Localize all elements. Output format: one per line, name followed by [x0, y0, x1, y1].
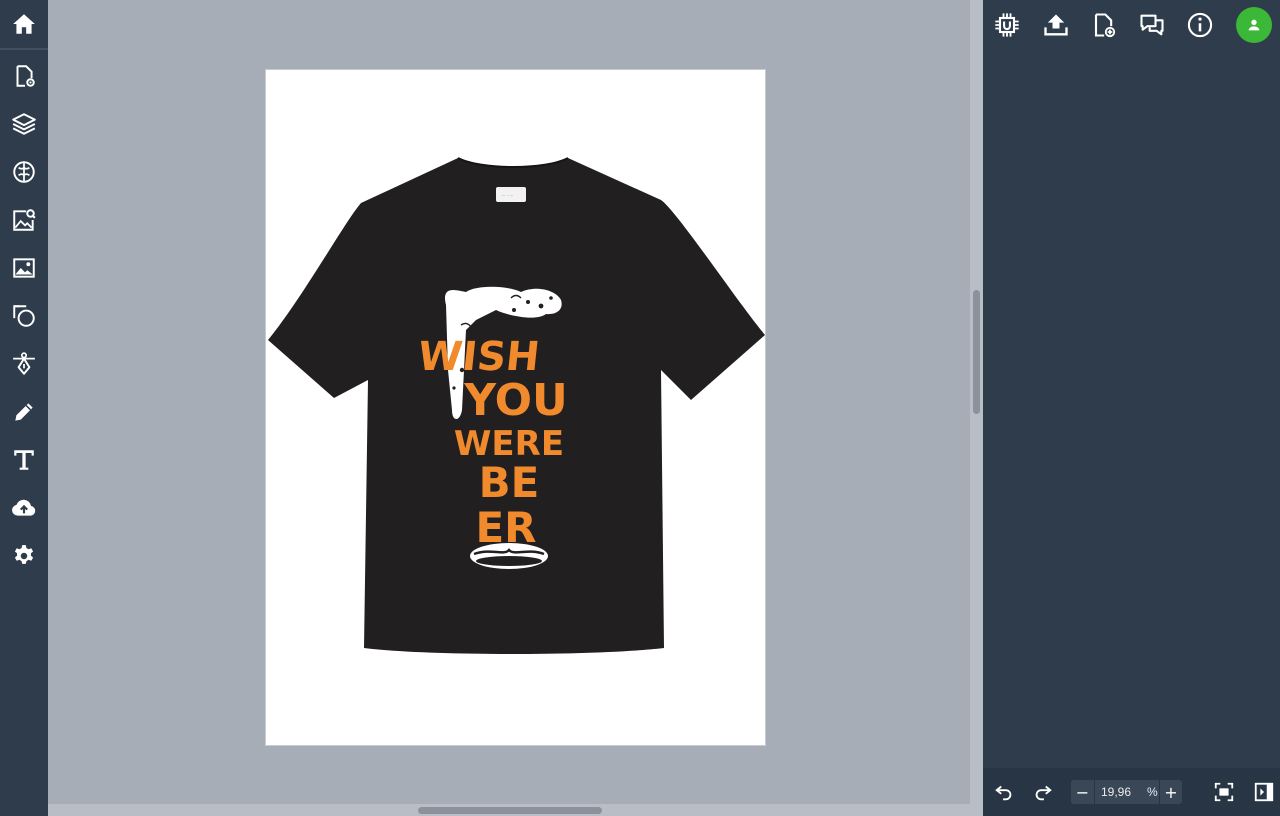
zoom-unit: %: [1147, 785, 1158, 799]
svg-text:··· ·· ···: ··· ·· ···: [502, 194, 513, 198]
chip-button[interactable]: [988, 6, 1026, 44]
vertical-scrollbar[interactable]: [970, 0, 983, 816]
page-settings-icon: [16, 65, 35, 87]
undo-icon: [995, 785, 1012, 801]
comments-icon: [1140, 14, 1164, 36]
images-button[interactable]: [0, 246, 48, 290]
design-canvas[interactable]: ··· ·· ··· WISH YOU WERE BE ER: [48, 0, 970, 804]
vector-pen-icon: [13, 352, 35, 375]
design-text-line-1: WISH: [416, 334, 542, 380]
info-icon: [1187, 12, 1213, 38]
vertical-scrollbar-thumb[interactable]: [973, 290, 980, 414]
draw-button[interactable]: [0, 390, 48, 434]
user-avatar-icon: [1248, 19, 1260, 31]
image-icon: [13, 258, 35, 278]
home-button[interactable]: [0, 0, 48, 48]
right-panel: [983, 0, 1280, 816]
horizontal-scrollbar[interactable]: [48, 804, 970, 816]
redo-icon: [1035, 785, 1052, 801]
ai-button[interactable]: [0, 150, 48, 194]
layers-icon: [12, 113, 36, 135]
redo-button[interactable]: [1030, 779, 1056, 805]
image-search-icon: [13, 209, 36, 231]
upload-button[interactable]: [0, 486, 48, 530]
add-page-button[interactable]: [1084, 6, 1122, 44]
shapes-button[interactable]: [0, 294, 48, 338]
zoom-in-button[interactable]: +: [1159, 780, 1182, 804]
horizontal-scrollbar-thumb[interactable]: [418, 807, 602, 814]
layers-button[interactable]: [0, 102, 48, 146]
comments-button[interactable]: [1133, 6, 1171, 44]
vector-pen-button[interactable]: [0, 342, 48, 386]
fit-screen-icon: [1214, 782, 1234, 802]
export-button[interactable]: [1037, 6, 1075, 44]
editor-app: ··· ·· ··· WISH YOU WERE BE ER − 19,96 %…: [0, 0, 1280, 816]
upload-icon: [1044, 14, 1068, 36]
tshirt-design[interactable]: ··· ·· ··· WISH YOU WERE BE ER: [266, 70, 765, 745]
toggle-panel-button[interactable]: [1251, 779, 1277, 805]
toolbar-divider: [0, 48, 48, 50]
design-text-line-4: BE: [479, 458, 540, 507]
pencil-icon: [15, 403, 33, 421]
undo-button[interactable]: [991, 779, 1017, 805]
panel-toggle-icon: [1254, 782, 1274, 802]
info-button[interactable]: [1181, 6, 1219, 44]
chip-icon: [995, 13, 1019, 37]
zoom-value-input[interactable]: 19,96: [1096, 780, 1146, 804]
glass-base-graphic: [470, 543, 548, 569]
user-avatar[interactable]: [1236, 7, 1272, 43]
text-icon: [14, 450, 34, 470]
ai-brain-icon: [13, 161, 35, 183]
home-icon: [13, 14, 35, 34]
settings-button[interactable]: [0, 534, 48, 578]
image-search-button[interactable]: [0, 198, 48, 242]
zoom-out-button[interactable]: −: [1071, 780, 1095, 804]
bottom-toolbar: − 19,96 % +: [983, 768, 1280, 816]
add-page-icon: [1094, 13, 1116, 38]
gear-icon: [14, 545, 34, 564]
text-tool-button[interactable]: [0, 438, 48, 482]
design-page[interactable]: ··· ·· ··· WISH YOU WERE BE ER: [266, 70, 765, 745]
shapes-icon: [13, 305, 35, 327]
fit-to-screen-button[interactable]: [1211, 779, 1237, 805]
page-settings-button[interactable]: [0, 54, 48, 98]
left-toolbar: [0, 0, 48, 816]
design-text-line-2: YOU: [463, 375, 567, 426]
zoom-control: − 19,96 % +: [1071, 780, 1182, 804]
cloud-upload-icon: [12, 499, 36, 516]
